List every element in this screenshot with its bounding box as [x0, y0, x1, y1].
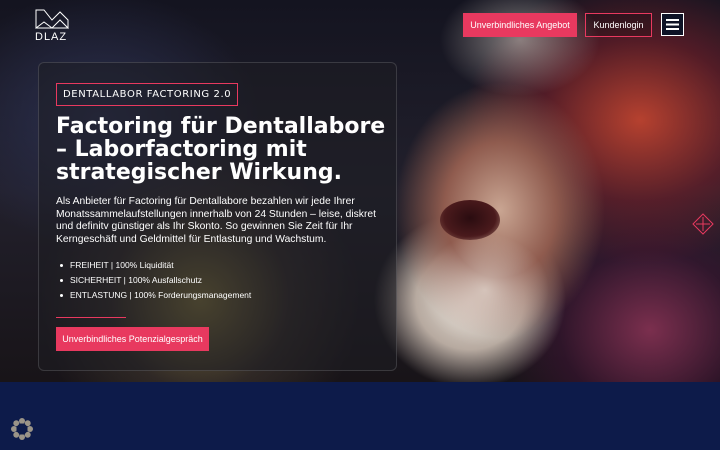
feature-list: FREIHEIT | 100% Liquidität SICHERHEIT | …	[59, 258, 251, 303]
menu-button[interactable]	[661, 13, 684, 36]
hero-body: Als Anbieter für Factoring für Dentallab…	[56, 196, 376, 245]
feature-item: SICHERHEIT | 100% Ausfallschutz	[59, 273, 251, 288]
hero-headline: Factoring für Dentallabore – Laborfactor…	[56, 114, 386, 185]
hamburger-icon	[666, 19, 679, 30]
logo-text[interactable]: DLAZ	[35, 31, 67, 43]
cta-button[interactable]: Unverbindliches Potenzialgespräch	[56, 327, 209, 351]
offer-button[interactable]: Unverbindliches Angebot	[463, 13, 577, 37]
hero-eyebrow: DENTALLABOR FACTORING 2.0	[56, 83, 239, 106]
hero-card: DENTALLABOR FACTORING 2.0 Factoring für …	[38, 62, 397, 371]
diamond-crosshair-icon[interactable]	[692, 213, 714, 235]
feature-item: ENTLASTUNG | 100% Forderungsmanagement	[59, 288, 251, 303]
flower-badge-icon[interactable]	[10, 417, 34, 441]
content-band	[0, 382, 720, 450]
divider	[56, 317, 126, 318]
login-button[interactable]: Kundenlogin	[585, 13, 652, 37]
hero-image-beard	[400, 230, 570, 370]
feature-item: FREIHEIT | 100% Liquidität	[59, 258, 251, 273]
